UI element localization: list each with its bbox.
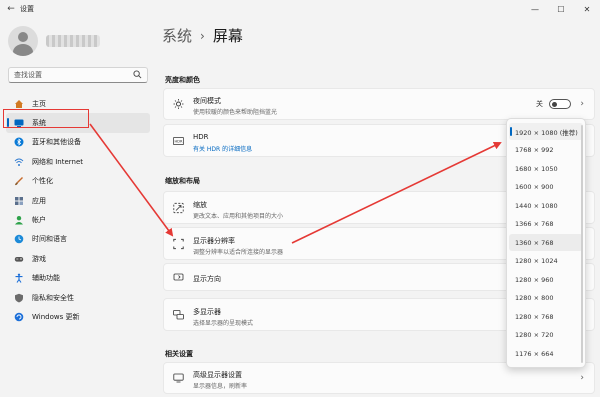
svg-text:HDR: HDR [174,139,183,143]
resolution-option[interactable]: 1280 × 720 [509,327,583,344]
user-profile[interactable] [8,26,100,56]
blurred-user-name [46,35,100,47]
resolution-icon [173,238,184,249]
window-controls: — ☐ ✕ [522,0,600,18]
sidebar-item-label: 游戏 [32,254,46,263]
sidebar-item-apps[interactable]: 应用 [6,191,150,210]
home-icon [14,99,24,109]
search-input[interactable]: 查找设置 [8,67,148,83]
sidebar-item-label: 个性化 [32,177,53,186]
sidebar-item-accessibility[interactable]: 辅助功能 [6,269,150,288]
apps-icon [14,196,24,206]
minimize-button[interactable]: — [522,0,548,18]
back-arrow-icon[interactable]: ← [4,4,18,14]
resolution-option[interactable]: 1280 × 768 [509,308,583,325]
search-icon [133,70,142,79]
close-button[interactable]: ✕ [574,0,600,18]
sidebar-item-label: 时间和语言 [32,235,67,244]
sidebar-item-gaming[interactable]: 游戏 [6,249,150,268]
sidebar-item-label: 网络和 Internet [32,157,84,166]
sidebar-item-label: 蓝牙和其他设备 [32,138,81,147]
brush-icon [14,176,24,186]
update-icon [14,312,24,322]
breadcrumb: 系统 › 屏幕 [162,25,243,46]
page-title: 屏幕 [212,27,243,45]
night-light-toggle[interactable] [549,99,571,109]
hdr-info-link[interactable]: 有关 HDR 的详细信息 [193,144,252,153]
sidebar-item-label: 应用 [32,196,46,205]
title-bar: ← 设置 — ☐ ✕ [0,0,600,18]
shield-icon [14,293,24,303]
resolution-option[interactable]: 1920 × 1080 (推荐) [509,123,583,140]
sidebar-item-windows-update[interactable]: Windows 更新 [6,307,150,326]
advanced-display-subtitle: 显示器信息，刷新率 [193,383,248,390]
annotation-highlight-box [3,109,89,128]
chevron-right-icon: › [580,373,584,383]
resolution-option[interactable]: 1280 × 800 [509,290,583,307]
resolution-title: 显示器分辨率 [193,237,235,245]
avatar [8,26,38,56]
resolution-subtitle: 调整分辨率以适合所连接的显示器 [193,249,284,256]
person-icon [14,215,24,225]
section-title-brightness: 亮度和颜色 [165,76,200,84]
multiple-displays-icon [173,309,184,320]
hdr-title: HDR [193,133,209,141]
section-title-related: 相关设置 [165,350,193,358]
sidebar-item-privacy[interactable]: 隐私和安全性 [6,288,150,307]
orientation-icon [173,272,184,283]
resolution-option[interactable]: 1280 × 960 [509,271,583,288]
night-light-title: 夜间模式 [193,97,221,105]
breadcrumb-root[interactable]: 系统 [162,25,192,46]
chevron-right-icon: › [580,99,584,109]
resolution-option[interactable]: 1440 × 1080 [509,197,583,214]
scale-icon [173,202,184,213]
scale-title: 缩放 [193,201,207,209]
night-light-subtitle: 使用较暖的颜色来帮助阻挡蓝光 [193,109,278,116]
breadcrumb-separator: › [200,28,205,43]
sidebar-item-time-language[interactable]: 时间和语言 [6,230,150,249]
resolution-option[interactable]: 1366 × 768 [509,216,583,233]
resolution-option[interactable]: 1680 × 1050 [509,160,583,177]
dropdown-scrollbar[interactable] [581,125,583,363]
resolution-option[interactable]: 1176 × 664 [509,345,583,362]
resolution-option[interactable]: 1600 × 900 [509,179,583,196]
window-title: 设置 [20,5,34,13]
resolution-option[interactable]: 1360 × 768 [509,234,583,251]
sun-icon [173,99,184,110]
resolution-option[interactable]: 1768 × 992 [509,142,583,159]
resolution-option[interactable]: 1280 × 1024 [509,253,583,270]
section-title-scale-layout: 缩放和布局 [165,177,200,185]
advanced-display-title: 高级显示器设置 [193,371,242,379]
bluetooth-icon [14,137,24,147]
search-placeholder: 查找设置 [14,71,42,79]
night-light-toggle-label: 关 [536,100,543,108]
multiple-displays-title: 多显示器 [193,308,221,316]
hdr-icon: HDR [173,135,184,146]
display-icon [173,373,184,384]
scale-subtitle: 更改文本、应用和其他项目的大小 [193,213,284,220]
accessibility-icon [14,273,24,284]
gamepad-icon [14,254,24,264]
sidebar-item-label: 主页 [32,99,46,108]
sidebar-item-label: 隐私和安全性 [32,293,74,302]
globe-clock-icon [14,234,24,244]
sidebar-item-bluetooth[interactable]: 蓝牙和其他设备 [6,133,150,152]
wifi-icon [14,157,24,167]
multiple-displays-subtitle: 选择显示器的呈现模式 [193,320,254,327]
orientation-title: 显示方向 [193,275,221,283]
night-light-card[interactable]: 夜间模式 使用较暖的颜色来帮助阻挡蓝光 关 › [163,88,595,120]
sidebar-item-label: Windows 更新 [32,312,80,321]
resolution-dropdown-list[interactable]: 1920 × 1080 (推荐) 1768 × 992 1680 × 1050 … [506,118,586,368]
sidebar-nav: 主页 系统 蓝牙和其他设备 网络和 Internet 个性化 应用 帐户 时间和… [6,94,150,327]
sidebar-item-label: 帐户 [32,216,46,225]
sidebar-item-network[interactable]: 网络和 Internet [6,152,150,171]
sidebar-item-personalization[interactable]: 个性化 [6,172,150,191]
sidebar-item-accounts[interactable]: 帐户 [6,210,150,229]
maximize-button[interactable]: ☐ [548,0,574,18]
sidebar-item-label: 辅助功能 [32,274,60,283]
